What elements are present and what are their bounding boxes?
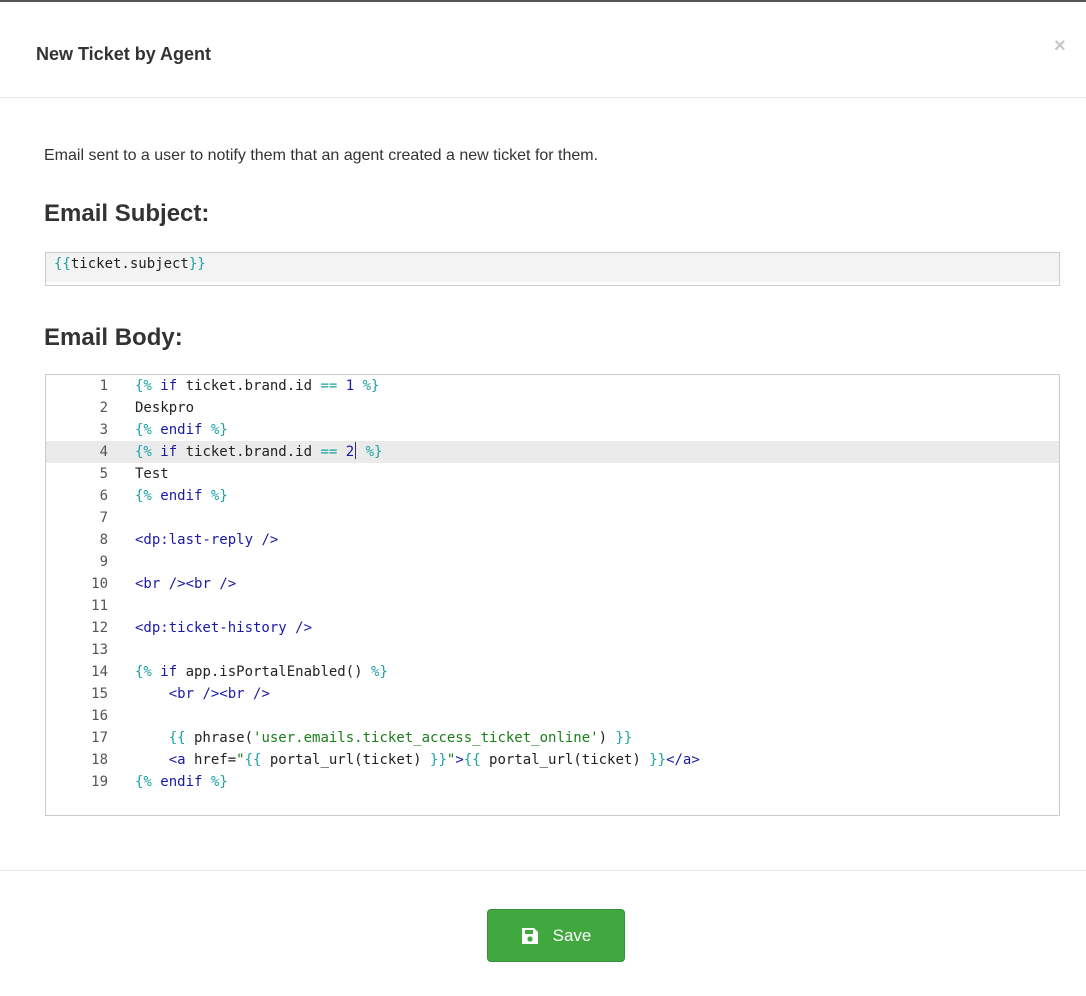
save-label: Save [552, 925, 592, 945]
line-number: 8 [99, 532, 108, 548]
code-line[interactable]: 16 [46, 705, 1059, 727]
line-number: 1 [99, 378, 108, 394]
save-button[interactable]: Save [487, 909, 625, 962]
code-line[interactable]: 14 {% if app.isPortalEnabled() %} [46, 661, 1059, 683]
line-number: 18 [91, 752, 108, 768]
code-line[interactable]: 17 {{ phrase('user.emails.ticket_access_… [46, 727, 1059, 749]
line-number: 15 [91, 686, 108, 702]
line-number: 12 [91, 620, 108, 636]
code-text: <dp:ticket-history /> [135, 620, 313, 636]
code-text: <br /><br /> [135, 576, 237, 592]
email-subject-heading: Email Subject: [44, 200, 210, 227]
code-line[interactable]: 1 {% if ticket.brand.id == 1 %} [46, 375, 1059, 397]
code-text: {% endif %} [135, 422, 228, 438]
line-number: 4 [99, 444, 108, 460]
code-text: <br /><br /> [168, 686, 270, 702]
code-line[interactable]: 3 {% endif %} [46, 419, 1059, 441]
close-icon[interactable]: × [1054, 36, 1066, 56]
code-line[interactable]: 7 [46, 507, 1059, 529]
line-number: 17 [91, 730, 108, 746]
email-body-heading: Email Body: [44, 324, 183, 351]
code-line[interactable]: 10 <br /><br /> [46, 573, 1059, 595]
code-text: {% endif %} [135, 488, 228, 504]
line-number: 19 [91, 774, 108, 790]
code-line[interactable]: 19 {% endif %} [46, 771, 1059, 793]
code-line[interactable]: 11 [46, 595, 1059, 617]
line-number: 16 [91, 708, 108, 724]
footer-divider [0, 870, 1086, 871]
template-description: Email sent to a user to notify them that… [44, 147, 599, 164]
code-line[interactable]: 4 {% if ticket.brand.id == 2 %} [46, 441, 1059, 463]
code-line[interactable]: 15 <br /><br /> [46, 683, 1059, 705]
floppy-disk-icon [521, 927, 539, 945]
line-number: 2 [99, 400, 108, 416]
line-number: 14 [91, 664, 108, 680]
code-line[interactable]: 13 [46, 639, 1059, 661]
code-text: Test [135, 466, 169, 482]
modal-header: New Ticket by Agent × [0, 2, 1086, 98]
code-line[interactable]: 18 <a href="{{ portal_url(ticket) }}">{{… [46, 749, 1059, 771]
code-text: <a href="{{ portal_url(ticket) }}">{{ po… [168, 752, 700, 768]
code-text: {% if app.isPortalEnabled() %} [135, 664, 388, 680]
code-line[interactable]: 6 {% endif %} [46, 485, 1059, 507]
email-subject-value: {{ticket.subject}} [54, 256, 206, 272]
email-subject-editor[interactable]: {{ticket.subject}} [45, 252, 1060, 286]
line-number: 9 [99, 554, 108, 570]
code-text: {{ phrase('user.emails.ticket_access_tic… [168, 730, 633, 746]
code-text: Deskpro [135, 400, 195, 416]
email-body-editor[interactable]: 1 {% if ticket.brand.id == 1 %} 2 Deskpro 3 {… [45, 374, 1060, 816]
code-line[interactable]: 12 <dp:ticket-history /> [46, 617, 1059, 639]
line-number: 13 [91, 642, 108, 658]
modal-title: New Ticket by Agent [36, 44, 212, 64]
line-number: 5 [99, 466, 108, 482]
code-text: {% if ticket.brand.id == 1 %} [135, 378, 380, 394]
line-number: 3 [99, 422, 108, 438]
line-number: 10 [91, 576, 108, 592]
line-number: 7 [99, 510, 108, 526]
text-cursor [355, 442, 357, 459]
code-line[interactable]: 2 Deskpro [46, 397, 1059, 419]
code-text: {% if ticket.brand.id == 2 %} [135, 442, 383, 460]
code-line[interactable]: 5 Test [46, 463, 1059, 485]
code-line[interactable]: 9 [46, 551, 1059, 573]
line-number: 11 [91, 598, 108, 614]
code-line[interactable]: 8 <dp:last-reply /> [46, 529, 1059, 551]
code-text: {% endif %} [135, 774, 228, 790]
line-number: 6 [99, 488, 108, 504]
code-text: <dp:last-reply /> [135, 532, 279, 548]
